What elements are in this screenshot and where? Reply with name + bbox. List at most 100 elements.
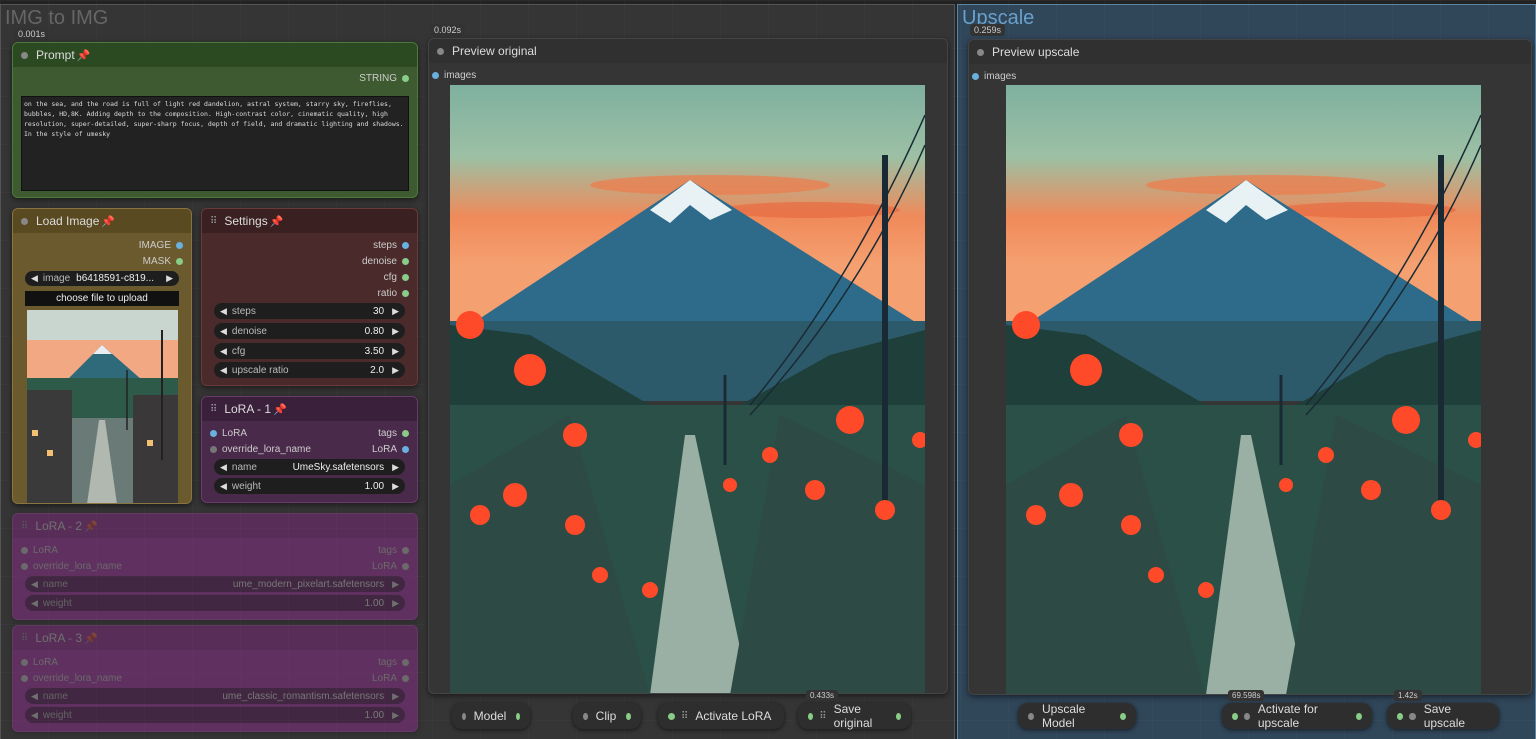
upscale-ratio-widget[interactable]: ◀ upscale ratio 2.0 ▶ (214, 362, 405, 378)
arrow-left-icon[interactable]: ◀ (31, 598, 38, 609)
input-override-lora-name[interactable]: override_lora_name (21, 561, 122, 572)
output-mask[interactable]: MASK (143, 256, 183, 267)
arrow-right-icon[interactable]: ▶ (392, 579, 399, 590)
socket-icon[interactable] (402, 75, 409, 82)
upscale-model-button[interactable]: Upscale Model (1018, 702, 1136, 730)
arrow-left-icon[interactable]: ◀ (220, 365, 227, 376)
input-images[interactable]: images (432, 70, 476, 81)
socket-icon[interactable] (972, 73, 979, 80)
arrow-left-icon[interactable]: ◀ (220, 326, 227, 337)
preview-upscale-image[interactable] (1006, 85, 1481, 694)
socket-icon[interactable] (402, 446, 409, 453)
socket-icon[interactable] (210, 446, 217, 453)
socket-icon[interactable] (402, 258, 409, 265)
prompt-node[interactable]: Prompt 📌 STRING on the sea, and the road… (12, 42, 418, 198)
arrow-right-icon[interactable]: ▶ (392, 346, 399, 357)
arrow-left-icon[interactable]: ◀ (31, 710, 38, 721)
clip-button[interactable]: Clip (573, 703, 641, 729)
lora-2-node[interactable]: ⠿ LoRA - 2 📌 LoRA override_lora_name tag… (12, 513, 418, 620)
socket-icon[interactable] (1356, 712, 1363, 720)
preview-upscale-node[interactable]: Preview upscale images (968, 39, 1532, 695)
socket-icon[interactable] (402, 659, 409, 666)
socket-icon[interactable] (402, 274, 409, 281)
socket-icon[interactable] (210, 430, 217, 437)
collapse-dot-icon[interactable] (21, 217, 28, 225)
socket-icon[interactable] (176, 258, 183, 265)
socket-icon[interactable] (21, 659, 28, 666)
lora-1-node[interactable]: ⠿ LoRA - 1 📌 LoRA override_lora_name tag… (201, 396, 418, 503)
output-denoise[interactable]: denoise (362, 256, 409, 267)
output-tags[interactable]: tags (378, 428, 409, 439)
arrow-left-icon[interactable]: ◀ (31, 691, 38, 702)
input-override-lora-name[interactable]: override_lora_name (21, 673, 122, 684)
output-lora[interactable]: LoRA (372, 673, 409, 684)
preview-original-node[interactable]: Preview original images (428, 38, 948, 694)
arrow-right-icon[interactable]: ▶ (392, 306, 399, 317)
output-lora[interactable]: LoRA (372, 561, 409, 572)
cfg-widget[interactable]: ◀ cfg 3.50 ▶ (214, 343, 405, 359)
socket-icon[interactable] (1120, 712, 1126, 720)
node-canvas[interactable]: IMG to IMG Upscale 0.001s Prompt 📌 STRIN… (0, 0, 1536, 739)
arrow-right-icon[interactable]: ▶ (392, 326, 399, 337)
input-override-lora-name[interactable]: override_lora_name (210, 444, 311, 455)
socket-icon[interactable] (402, 430, 409, 437)
arrow-left-icon[interactable]: ◀ (220, 481, 227, 492)
socket-icon[interactable] (432, 72, 439, 79)
output-cfg[interactable]: cfg (384, 272, 409, 283)
socket-icon[interactable] (402, 675, 409, 682)
socket-icon[interactable] (402, 242, 409, 249)
output-tags[interactable]: tags (378, 545, 409, 556)
prompt-textarea[interactable]: on the sea, and the road is full of ligh… (21, 96, 409, 191)
arrow-right-icon[interactable]: ▶ (392, 598, 399, 609)
input-lora[interactable]: LoRA (21, 545, 58, 556)
arrow-right-icon[interactable]: ▶ (392, 691, 399, 702)
socket-icon[interactable] (516, 712, 520, 720)
socket-icon[interactable] (176, 242, 183, 249)
arrow-right-icon[interactable]: ▶ (392, 365, 399, 376)
socket-icon[interactable] (21, 563, 28, 570)
settings-node[interactable]: ⠿ Settings 📌 steps denoise cfg ratio ◀ st… (201, 208, 418, 386)
lora-name-widget[interactable]: ◀ name UmeSky.safetensors ▶ (214, 459, 405, 475)
steps-widget[interactable]: ◀ steps 30 ▶ (214, 303, 405, 319)
activate-lora-button[interactable]: ⠿ Activate LoRA (658, 703, 784, 729)
arrow-right-icon[interactable]: ▶ (392, 710, 399, 721)
denoise-widget[interactable]: ◀ denoise 0.80 ▶ (214, 323, 405, 339)
input-lora[interactable]: LoRA (210, 428, 247, 439)
socket-icon[interactable] (402, 290, 409, 297)
save-original-button[interactable]: ⠿ Save original (798, 702, 911, 730)
socket-icon[interactable] (21, 547, 28, 554)
socket-icon[interactable] (402, 563, 409, 570)
activate-for-upscale-button[interactable]: Activate for upscale (1222, 702, 1372, 730)
output-tags[interactable]: tags (378, 657, 409, 668)
socket-icon[interactable] (21, 675, 28, 682)
output-ratio[interactable]: ratio (378, 288, 409, 299)
load-image-node[interactable]: Load Image 📌 IMAGE MASK ◀ image b6418591… (12, 208, 192, 504)
lora-name-widget[interactable]: ◀ name ume_classic_romantism.safetensors ▶ (25, 688, 405, 704)
lora-weight-widget[interactable]: ◀ weight 1.00 ▶ (25, 595, 405, 611)
socket-icon[interactable] (1397, 712, 1404, 720)
lora-weight-widget[interactable]: ◀ weight 1.00 ▶ (25, 707, 405, 723)
collapse-dot-icon[interactable] (21, 51, 28, 59)
save-upscale-button[interactable]: Save upscale (1387, 702, 1499, 730)
arrow-left-icon[interactable]: ◀ (220, 346, 227, 357)
socket-icon[interactable] (808, 712, 814, 720)
model-button[interactable]: Model (452, 703, 530, 729)
lora-weight-widget[interactable]: ◀ weight 1.00 ▶ (214, 478, 405, 494)
upload-button[interactable]: choose file to upload (25, 291, 179, 306)
collapse-dot-icon[interactable] (437, 47, 444, 55)
input-lora[interactable]: LoRA (21, 657, 58, 668)
collapse-dot-icon[interactable] (977, 48, 984, 56)
socket-icon[interactable] (895, 712, 901, 720)
socket-icon[interactable] (626, 712, 631, 720)
lora-3-node[interactable]: ⠿ LoRA - 3 📌 LoRA override_lora_name tag… (12, 625, 418, 732)
socket-icon[interactable] (402, 547, 409, 554)
arrow-left-icon[interactable]: ◀ (31, 273, 38, 284)
arrow-left-icon[interactable]: ◀ (220, 306, 227, 317)
arrow-right-icon[interactable]: ▶ (392, 462, 399, 473)
output-image[interactable]: IMAGE (139, 240, 183, 251)
socket-icon[interactable] (1232, 712, 1238, 720)
image-combo[interactable]: ◀ image b6418591-c819... ▶ (25, 271, 179, 286)
arrow-right-icon[interactable]: ▶ (392, 481, 399, 492)
socket-icon[interactable] (668, 712, 675, 720)
output-lora[interactable]: LoRA (372, 444, 409, 455)
